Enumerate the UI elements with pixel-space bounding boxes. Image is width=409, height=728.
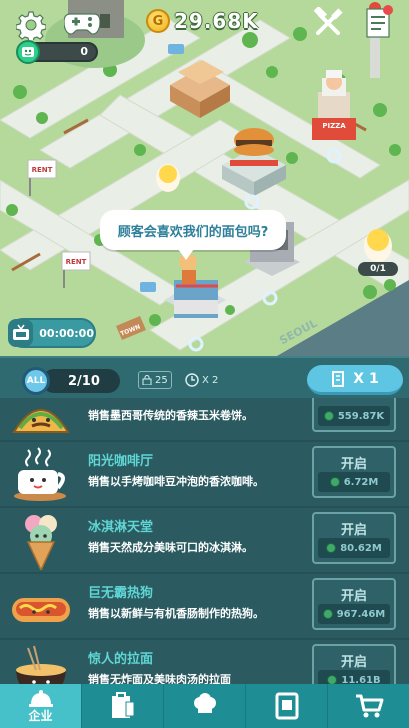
business-panel: ALL 2/10 25 X 2 X 1 销售墨西哥传统的香辣玉米卷饼。 559.… — [0, 356, 409, 684]
nav-menu-book[interactable] — [245, 684, 327, 728]
cost-tag: 11.61B — [318, 670, 390, 684]
chick-counter: 0/1 — [358, 262, 398, 276]
business-title: 惊人的拉面 — [88, 652, 154, 667]
ramen-icon — [16, 645, 66, 684]
ice-cream-icon — [25, 515, 57, 570]
business-list[interactable]: 销售墨西哥传统的香辣玉米卷饼。 559.87K 阳光咖啡厅 销售以手烤咖啡豆冲泡… — [0, 398, 409, 684]
pizza-sign: PIZZA — [322, 122, 346, 130]
clipboard-icon — [111, 692, 134, 718]
cost-tag: 80.62M — [318, 538, 390, 558]
business-row[interactable]: 阳光咖啡厅 销售以手烤咖啡豆冲泡的香浓咖啡。 开启 6.72M — [0, 442, 409, 508]
coin-balance: G 29.68K — [146, 6, 259, 36]
business-title: 巨无霸热狗 — [88, 586, 154, 601]
building-icon — [332, 370, 345, 387]
rent-sign: RENT — [66, 258, 87, 266]
building-icon — [28, 689, 53, 707]
coin-value: 29.68K — [174, 9, 259, 33]
open-business-button[interactable]: 开启 11.61B — [312, 644, 396, 684]
nav-business[interactable]: 企业 — [0, 684, 81, 728]
timer-text: 00:00:00 — [39, 326, 94, 340]
coin-icon — [329, 477, 340, 487]
nav-cart[interactable] — [327, 684, 409, 728]
coin-icon — [322, 609, 333, 619]
lock-value: 25 — [155, 374, 168, 386]
hot-dog-icon — [12, 598, 70, 622]
multiplier-value: X 1 — [353, 370, 379, 387]
speed-stat: X 2 — [182, 371, 221, 389]
xp-bar: 0 — [16, 40, 98, 64]
open-business-button[interactable]: 开启 6.72M — [312, 446, 396, 498]
cost-value: 11.61B — [341, 674, 381, 685]
coin-icon — [326, 543, 337, 553]
open-label: 开启 — [340, 655, 367, 670]
business-desc: 销售以手烤咖啡豆冲泡的香浓咖啡。 — [88, 475, 264, 488]
nav-chef[interactable] — [163, 684, 245, 728]
cost-tag: 559.87K — [318, 406, 390, 426]
gold-coin-icon: G — [146, 9, 170, 33]
multiplier-button[interactable]: X 1 — [307, 365, 403, 395]
settings-gear-icon[interactable] — [14, 8, 48, 42]
level-face-icon — [16, 40, 40, 64]
business-desc: 销售天然成分美味可口的冰淇淋。 — [88, 541, 253, 554]
taco-icon — [12, 409, 70, 433]
cost-value: 559.87K — [337, 410, 385, 422]
business-desc: 销售墨西哥传统的香辣玉米卷饼。 — [88, 409, 253, 422]
open-business-button[interactable]: 开启 80.62M — [312, 512, 396, 564]
speech-bubble: 顾客会喜欢我们的面包吗? — [100, 210, 286, 260]
cost-value: 6.72M — [343, 476, 379, 488]
business-desc: 销售无炸面及美味肉汤的拉面 — [88, 673, 231, 684]
open-label: 开启 — [340, 589, 367, 604]
cost-tag: 6.72M — [318, 472, 390, 492]
business-row[interactable]: 销售墨西哥传统的香辣玉米卷饼。 559.87K — [0, 398, 409, 442]
tools-hammer-icon[interactable] — [310, 6, 346, 40]
bottom-nav: 企业 — [0, 684, 409, 728]
all-filter-button[interactable]: ALL — [22, 367, 50, 395]
business-row[interactable]: 惊人的拉面 销售无炸面及美味肉汤的拉面 开启 11.61B — [0, 640, 409, 684]
lock-icon — [142, 375, 152, 385]
business-count: 2/10 — [42, 369, 120, 393]
quest-notes-icon[interactable] — [362, 4, 394, 42]
nav-business-label: 企业 — [28, 708, 53, 723]
business-row[interactable]: 冰淇淋天堂 销售天然成分美味可口的冰淇淋。 开启 80.62M — [0, 508, 409, 574]
business-desc: 销售以新鲜与有机香肠制作的热狗。 — [88, 607, 264, 620]
nav-clipboard[interactable] — [81, 684, 163, 728]
clock-icon — [185, 373, 199, 387]
lock-stat: 25 — [138, 371, 172, 389]
coffee-cup-icon — [14, 447, 66, 501]
menu-book-icon — [275, 692, 298, 720]
xp-value: 0 — [80, 45, 88, 58]
cart-icon — [355, 694, 383, 718]
open-business-button[interactable]: 559.87K — [312, 398, 396, 432]
chef-hat-icon — [193, 693, 216, 716]
city-map[interactable]: PIZZA RENT RENT TOWN SEOUL G 29.68K 0 顾客… — [0, 0, 409, 360]
gamepad-icon[interactable] — [64, 8, 100, 38]
rent-sign: RENT — [32, 166, 53, 174]
open-label: 开启 — [340, 457, 367, 472]
panel-header: ALL 2/10 25 X 2 X 1 — [0, 356, 409, 398]
open-business-button[interactable]: 开启 967.46M — [312, 578, 396, 630]
open-label: 开启 — [340, 523, 367, 538]
tv-timer[interactable]: 00:00:00 — [8, 318, 96, 348]
business-title: 阳光咖啡厅 — [88, 454, 154, 469]
coin-icon — [327, 675, 338, 684]
cost-value: 80.62M — [340, 542, 382, 554]
tv-icon — [8, 319, 34, 347]
business-row[interactable]: 巨无霸热狗 销售以新鲜与有机香肠制作的热狗。 开启 967.46M — [0, 574, 409, 640]
business-title: 冰淇淋天堂 — [88, 520, 154, 535]
coin-icon — [323, 411, 334, 421]
cost-value: 967.46M — [336, 608, 386, 620]
cost-tag: 967.46M — [318, 604, 390, 624]
speed-value: X 2 — [202, 374, 219, 386]
